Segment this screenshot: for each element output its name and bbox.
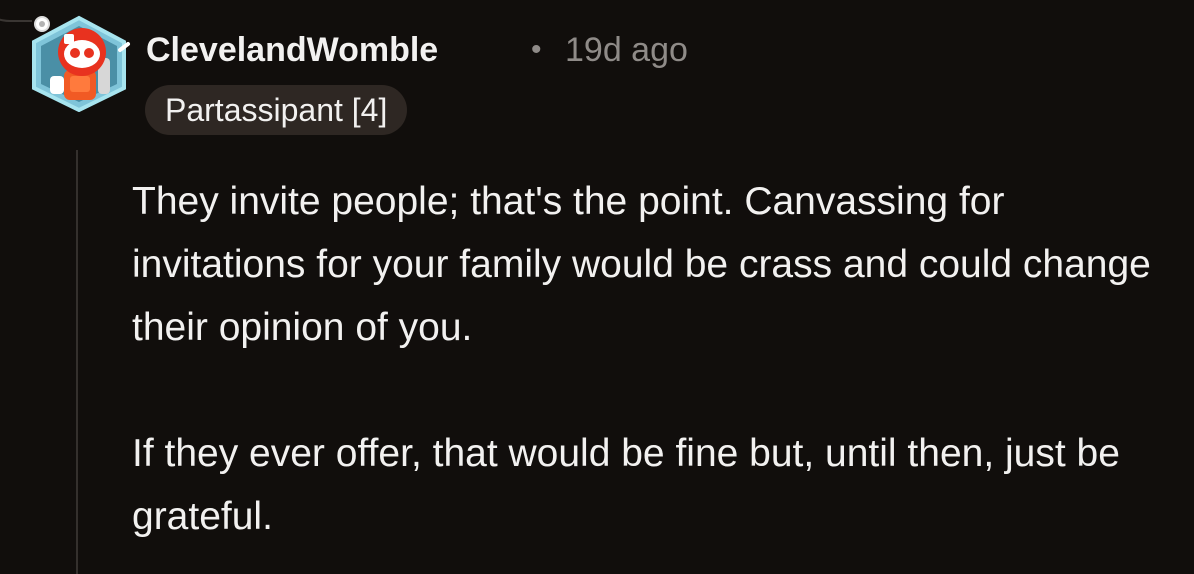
comment-timestamp[interactable]: 19d ago: [565, 28, 688, 72]
comment-author-link[interactable]: ClevelandWomble: [146, 28, 438, 72]
comment-paragraph: If they ever offer, that would be fine b…: [132, 432, 1120, 538]
meta-separator: •: [531, 33, 542, 66]
comment-paragraph: They invite people; that's the point. Ca…: [132, 180, 1151, 349]
comment-thread-line[interactable]: [76, 150, 78, 574]
user-flair-badge: Partassipant [4]: [145, 85, 408, 135]
snoo-robot-avatar-icon: [32, 15, 130, 113]
comment-body: They invite people; that's the point. Ca…: [132, 170, 1172, 548]
user-avatar[interactable]: [24, 14, 134, 113]
